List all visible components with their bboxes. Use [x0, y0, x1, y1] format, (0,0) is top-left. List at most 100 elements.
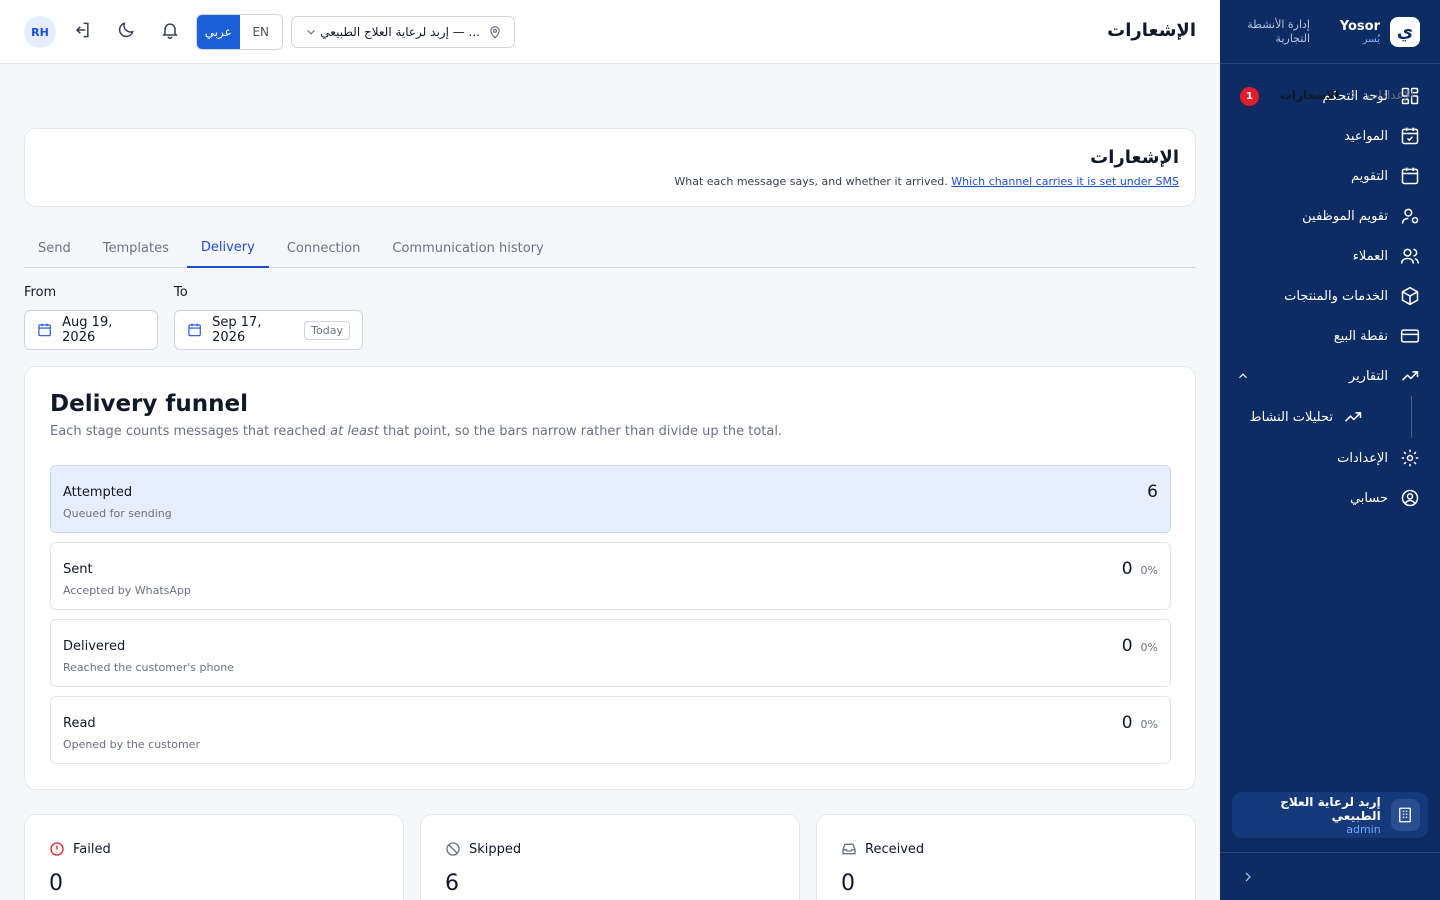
language-toggle: عربي EN — [196, 14, 283, 50]
stage-metrics: 0 0% — [1122, 713, 1158, 733]
tab-connection[interactable]: Connection — [273, 228, 375, 268]
sidebar-item-reports[interactable]: التقارير — [1220, 356, 1440, 396]
sidebar-item-account[interactable]: حسابي — [1220, 478, 1440, 518]
from-date-value: Aug 19, 2026 — [62, 315, 113, 345]
brand-names: Yosor يُسر — [1340, 19, 1380, 45]
sidebar-item-label: الإعدادات — [1337, 450, 1388, 466]
stat-label: Skipped — [469, 841, 522, 857]
topbar: RH عربي EN إربد لرعاية العلاج الطبيعي — … — [0, 0, 1220, 64]
notifications-title: الإشعارات — [1090, 147, 1179, 168]
stage-metrics: 0 0% — [1122, 636, 1158, 656]
ban-icon — [446, 842, 460, 856]
calendar-icon — [38, 323, 51, 337]
avatar[interactable]: RH — [24, 16, 56, 48]
alert-circle-icon — [50, 842, 64, 856]
brand-tagline: إدارة الأنشطة التجارية — [1247, 17, 1310, 45]
building-icon — [1390, 799, 1420, 831]
box-icon — [1400, 286, 1420, 306]
sidebar: إدارة الأنشطة التجارية Yosor يُسر ي 1 لو… — [1220, 0, 1440, 900]
stat-value: 6 — [445, 871, 459, 896]
stage-fill-bar — [51, 466, 1170, 532]
map-pin-icon — [490, 26, 500, 39]
stat-header: Skipped — [445, 841, 521, 857]
brand-logo[interactable]: ي — [1390, 16, 1420, 47]
brand: إدارة الأنشطة التجارية Yosor يُسر ي — [1220, 0, 1440, 64]
sidebar-item-label: التقارير — [1348, 368, 1388, 384]
stage-name: Sent — [63, 562, 93, 577]
funnel-stage-read: Read Opened by the customer 0 0% — [50, 696, 1171, 764]
stat-card-skipped: Skipped 6 — [420, 814, 800, 900]
stage-percent: 0% — [1140, 641, 1158, 654]
sidebar-item-pos[interactable]: نقطة البيع — [1220, 316, 1440, 356]
tab-communication-history[interactable]: Communication history — [378, 228, 557, 268]
sidebar-item-calendar[interactable]: التقويم — [1220, 156, 1440, 196]
brand-name: Yosor — [1339, 18, 1380, 34]
sidebar-nav: 1 لوحة التحكم المواعيد التقويم تقويم الم… — [1220, 64, 1440, 518]
stage-description: Reached the customer's phone — [63, 661, 234, 674]
calendar-check-icon — [1400, 126, 1420, 146]
gear-icon — [1400, 448, 1420, 468]
sidebar-item-staff-calendar[interactable]: تقويم الموظفين — [1220, 196, 1440, 236]
users-icon — [1400, 246, 1420, 266]
moon-icon[interactable] — [116, 20, 136, 40]
sidebar-item-appointments[interactable]: المواعيد — [1220, 116, 1440, 156]
org-info: إربد لرعاية العلاج الطبيعي admin — [1240, 794, 1381, 836]
stat-card-failed: Failed 0 — [24, 814, 404, 900]
sidebar-item-customers[interactable]: العملاء — [1220, 236, 1440, 276]
org-switcher[interactable]: إربد لرعاية العلاج الطبيعي admin — [1232, 792, 1428, 838]
to-date-value: Sep 17, 2026 — [212, 315, 262, 345]
notifications-header-card: الإشعارات What each message says, and wh… — [24, 128, 1196, 207]
sidebar-footer — [1220, 852, 1440, 900]
from-date-picker[interactable]: Aug 19, 2026 — [24, 310, 158, 350]
breadcrumb: الإشعارات الإعدادات — [1280, 88, 1414, 102]
chevron-right-icon — [1351, 91, 1356, 99]
breadcrumb-current: الإشعارات — [1279, 88, 1340, 102]
trending-up-icon — [1343, 407, 1363, 427]
tab-delivery[interactable]: Delivery — [186, 228, 269, 268]
stage-description: Accepted by WhatsApp — [63, 584, 191, 597]
stage-name: Delivered — [63, 639, 126, 654]
org-name: إربد لرعاية العلاج الطبيعي — [1280, 794, 1381, 823]
sidebar-item-label: تحليلات النشاط — [1249, 409, 1333, 425]
stage-name: Read — [63, 716, 96, 731]
stat-card-received: Received 0 — [816, 814, 1196, 900]
sidebar-subitem-activity-analytics[interactable]: تحليلات النشاط — [1220, 396, 1412, 438]
chevron-right-icon[interactable] — [1240, 869, 1256, 885]
org-role: admin — [1346, 822, 1381, 836]
today-button[interactable]: Today — [304, 320, 350, 340]
stage-description: Opened by the customer — [63, 738, 200, 751]
logout-icon[interactable] — [72, 20, 92, 40]
sidebar-item-settings[interactable]: الإعدادات — [1220, 438, 1440, 478]
sidebar-item-label: المواعيد — [1344, 128, 1388, 144]
stat-label: Failed — [73, 841, 111, 857]
sidebar-item-label: تقويم الموظفين — [1302, 208, 1388, 224]
stat-label: Received — [865, 841, 925, 857]
stage-metrics: 0 0% — [1122, 559, 1158, 579]
bell-icon[interactable] — [160, 20, 180, 40]
stage-count: 0 — [1121, 559, 1133, 579]
trending-up-icon — [1400, 366, 1420, 386]
calendar-icon — [1400, 166, 1420, 186]
chevron-up-icon[interactable] — [1236, 369, 1250, 383]
lang-english-button[interactable]: EN — [239, 15, 282, 49]
to-date-picker[interactable]: Sep 17, 2026 Today — [174, 310, 363, 350]
calendar-icon — [188, 323, 201, 337]
stat-header: Received — [841, 841, 924, 857]
notifications-description: What each message says, and whether it a… — [674, 175, 1179, 188]
sidebar-item-services[interactable]: الخدمات والمنتجات — [1220, 276, 1440, 316]
tab-send[interactable]: Send — [24, 228, 85, 268]
sms-settings-link[interactable]: Which channel carries it is set under SM… — [951, 175, 1179, 188]
user-cog-icon — [1400, 206, 1420, 226]
page-title: الإشعارات — [1107, 20, 1196, 41]
breadcrumb-settings-link[interactable]: الإعدادات — [1367, 88, 1414, 102]
tab-templates[interactable]: Templates — [89, 228, 183, 268]
lang-arabic-button[interactable]: عربي — [197, 15, 240, 49]
stage-description: Queued for sending — [63, 507, 172, 520]
from-label: From — [24, 285, 57, 300]
funnel-subtitle-start: Each stage counts messages that reached — [50, 424, 331, 439]
location-select[interactable]: إربد لرعاية العلاج الطبيعي — ... — [291, 16, 515, 48]
funnel-stage-sent: Sent Accepted by WhatsApp 0 0% — [50, 542, 1171, 610]
funnel-stage-attempted: Attempted Queued for sending 6 — [50, 465, 1171, 533]
sidebar-item-label: التقويم — [1350, 168, 1388, 184]
funnel-subtitle-emphasis: at least — [330, 424, 379, 439]
